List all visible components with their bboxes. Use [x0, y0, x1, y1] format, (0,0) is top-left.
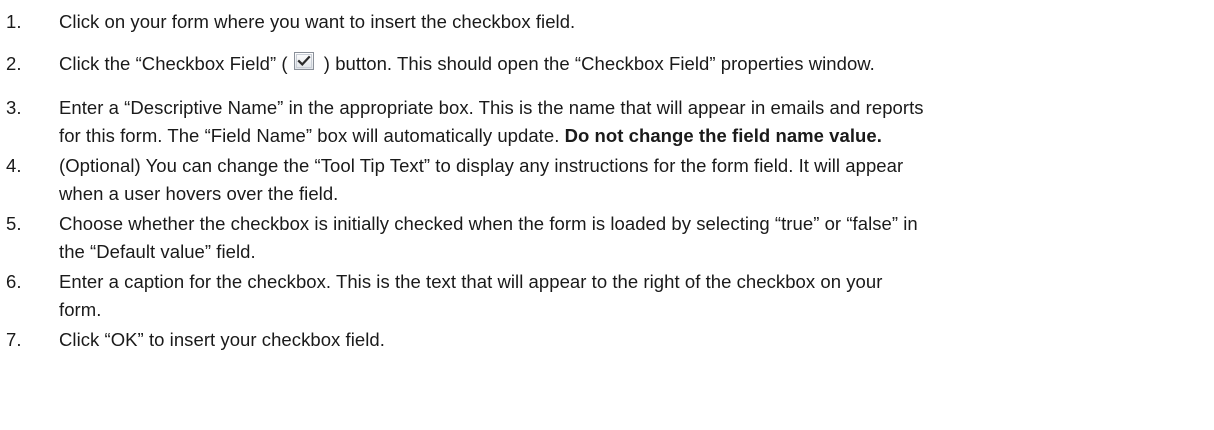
step-text-plain: for this form. The “Field Name” box will… [59, 125, 565, 146]
step-warning-text: Do not change the field name value. [564, 125, 882, 146]
step-text-after-icon: ) button. This should open the “Checkbox… [318, 53, 875, 74]
step-text: Click on your form where you want to ins… [59, 11, 576, 32]
step-6: 6. Enter a caption for the checkbox. Thi… [0, 268, 1210, 324]
step-text-before-icon: Click the “Checkbox Field” ( [59, 53, 288, 74]
step-number: 6. [6, 271, 22, 292]
step-1: 1. Click on your form where you want to … [0, 8, 1210, 36]
step-number: 7. [6, 329, 22, 350]
step-text: Choose whether the checkbox is initially… [59, 213, 918, 234]
step-7: 7. Click “OK” to insert your checkbox fi… [0, 326, 1210, 354]
step-text: when a user hovers over the field. [59, 183, 339, 204]
step-4: 4. (Optional) You can change the “Tool T… [0, 152, 1210, 208]
step-text: Click the “Checkbox Field” ( ) button. T… [59, 50, 1210, 78]
step-number: 2. [6, 53, 22, 74]
step-number: 4. [6, 155, 22, 176]
step-text: (Optional) You can change the “Tool Tip … [59, 155, 904, 176]
step-3: 3. Enter a “Descriptive Name” in the app… [0, 94, 1210, 150]
step-number: 1. [6, 11, 22, 32]
step-5: 5. Choose whether the checkbox is initia… [0, 210, 1210, 266]
step-text: the “Default value” field. [59, 241, 256, 262]
step-text: Enter a “Descriptive Name” in the approp… [59, 97, 924, 118]
step-text: for this form. The “Field Name” box will… [59, 122, 1210, 150]
step-text: Click “OK” to insert your checkbox field… [59, 329, 385, 350]
step-number: 5. [6, 213, 22, 234]
step-text: form. [59, 299, 102, 320]
step-number: 3. [6, 97, 22, 118]
instruction-document: 1. Click on your form where you want to … [0, 0, 1214, 430]
step-text: Enter a caption for the checkbox. This i… [59, 271, 883, 292]
step-2: 2. Click the “Checkbox Field” ( ) button… [0, 50, 1210, 78]
checkbox-checked-icon [293, 51, 315, 71]
